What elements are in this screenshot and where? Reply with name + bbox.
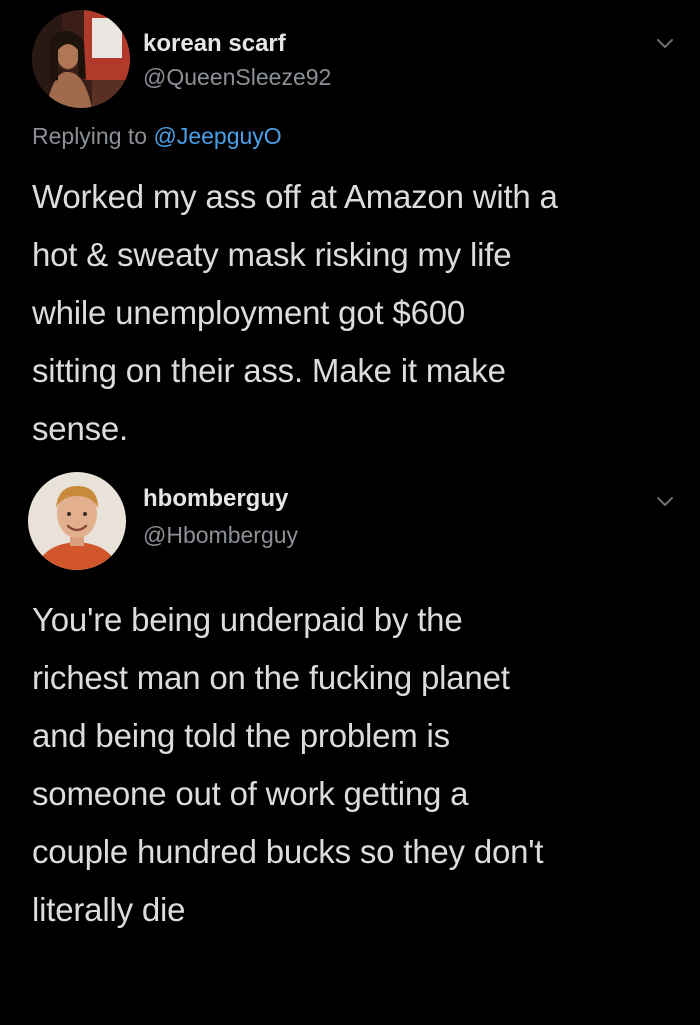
chevron-down-icon[interactable] — [654, 32, 676, 54]
display-name[interactable]: hbomberguy — [143, 485, 288, 513]
tweet-text-line: literally die — [32, 891, 186, 928]
reply-prefix: Replying to — [32, 123, 154, 149]
tweet-text-line: sense. — [32, 410, 129, 447]
reply-mention-link[interactable]: @JeepguyO — [153, 123, 281, 149]
avatar[interactable] — [28, 472, 126, 570]
tweet-text-line: You're being underpaid by the — [32, 601, 463, 638]
tweet-text-line: someone out of work getting a — [32, 775, 469, 812]
tweet-text-line: hot & sweaty mask risking my life — [32, 236, 512, 273]
user-handle[interactable]: @Hbomberguy — [143, 522, 298, 549]
tweet-text-line: sitting on their ass. Make it make — [32, 352, 506, 389]
reply-context: Replying to @JeepguyO — [32, 123, 282, 150]
tweet-text-line: Worked my ass off at Amazon with a — [32, 178, 558, 215]
user-handle[interactable]: @QueenSleeze92 — [143, 64, 331, 91]
tweet-text: Worked my ass off at Amazon with a hot &… — [32, 168, 672, 458]
tweet-text-line: while unemployment got $600 — [32, 294, 466, 331]
tweet-text-line: richest man on the fucking planet — [32, 659, 510, 696]
profile-photo-icon — [28, 472, 126, 570]
chevron-down-icon[interactable] — [654, 490, 676, 512]
display-name[interactable]: korean scarf — [143, 30, 286, 58]
profile-photo-icon — [32, 10, 130, 108]
tweet-text-line: couple hundred bucks so they don't — [32, 833, 544, 870]
avatar[interactable] — [32, 10, 130, 108]
tweet-text-line: and being told the problem is — [32, 717, 450, 754]
tweet-text: You're being underpaid by the richest ma… — [32, 591, 672, 939]
